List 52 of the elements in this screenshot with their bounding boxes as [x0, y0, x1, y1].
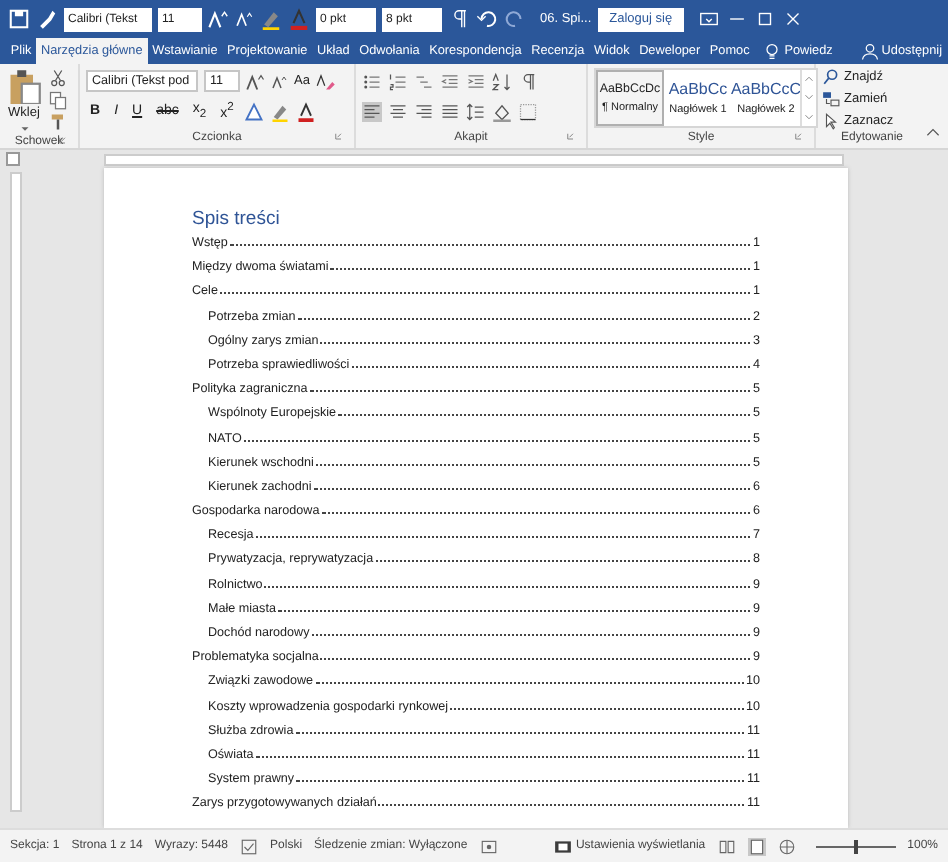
save-icon[interactable] — [8, 8, 30, 30]
line-spacing-icon[interactable] — [466, 101, 486, 121]
close-icon[interactable] — [782, 8, 805, 30]
view-icon[interactable] — [717, 837, 736, 855]
bullets-list-icon[interactable] — [362, 71, 382, 91]
pilcrow-icon[interactable] — [518, 71, 538, 91]
view-icon[interactable] — [777, 837, 796, 855]
brush-icon[interactable] — [36, 8, 58, 30]
pilcrow-icon[interactable] — [448, 8, 470, 30]
maximize-icon[interactable] — [754, 8, 777, 30]
lightbulb-icon[interactable] — [762, 41, 783, 61]
display-icon[interactable] — [553, 837, 572, 855]
person-icon[interactable] — [859, 41, 880, 61]
font-color-icon[interactable] — [288, 8, 310, 30]
multilevel-list-icon[interactable] — [414, 71, 434, 91]
find-icon[interactable] — [822, 68, 840, 86]
toc-heading: Spis treści — [192, 208, 282, 232]
select-icon[interactable] — [822, 112, 840, 130]
clear-formatting-icon[interactable] — [315, 71, 336, 91]
format-painter-icon[interactable] — [48, 112, 68, 132]
sort-icon[interactable] — [492, 71, 512, 91]
align-icon[interactable] — [440, 101, 460, 121]
caret-icon[interactable] — [17, 122, 31, 136]
shrink-font-icon[interactable] — [272, 73, 288, 89]
scissors-icon[interactable] — [48, 68, 68, 88]
numbering-list-icon[interactable] — [388, 71, 408, 91]
shading-icon[interactable] — [492, 101, 512, 121]
align-icon[interactable] — [362, 101, 382, 121]
align-icon[interactable] — [388, 101, 408, 121]
outdent-list-icon[interactable] — [440, 71, 460, 91]
clipboard-icon[interactable] — [6, 68, 42, 104]
zoom-slider-thumb[interactable] — [853, 839, 858, 853]
undo-icon[interactable] — [476, 8, 498, 30]
macro-icon[interactable] — [479, 837, 498, 855]
font-color-icon[interactable] — [295, 101, 316, 121]
shrink-font-icon[interactable] — [236, 10, 254, 28]
borders-icon[interactable] — [518, 101, 538, 121]
view-icon[interactable] — [747, 837, 766, 855]
copy-icon[interactable] — [48, 90, 68, 110]
tab-selector[interactable] — [6, 152, 20, 166]
align-icon[interactable] — [414, 101, 434, 121]
grow-font-icon[interactable] — [208, 8, 230, 30]
highlighter-icon[interactable] — [260, 8, 282, 30]
style-preview: AaBbCcC — [730, 80, 802, 98]
indent-list-icon[interactable] — [466, 71, 486, 91]
proofing-icon[interactable] — [240, 837, 259, 855]
redo-icon[interactable] — [504, 8, 526, 30]
grow-font-icon[interactable] — [246, 71, 266, 91]
style-preview: AaBbCc — [668, 80, 728, 98]
replace-icon[interactable] — [822, 90, 840, 108]
text-effects-icon[interactable] — [243, 101, 264, 121]
ribbon-display-icon[interactable] — [698, 8, 721, 30]
